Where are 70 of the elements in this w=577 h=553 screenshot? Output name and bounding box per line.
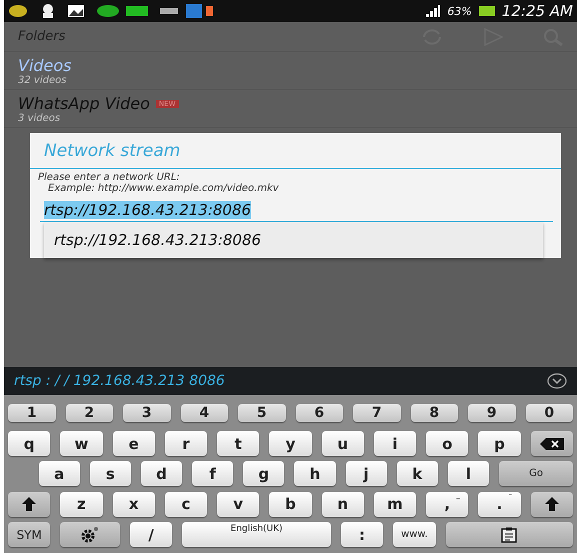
keyboard-key[interactable]: i bbox=[374, 431, 416, 456]
folder-name: WhatsApp Video bbox=[18, 94, 150, 112]
keyboard-key[interactable] bbox=[446, 522, 573, 548]
keyboard-key[interactable]: www. bbox=[393, 522, 436, 548]
keyboard-key[interactable]: q bbox=[8, 431, 50, 456]
keyboard-key[interactable]: m bbox=[374, 492, 416, 517]
keyboard-key[interactable]: a bbox=[38, 461, 80, 486]
keyboard-key[interactable]: k bbox=[396, 461, 438, 486]
space-key[interactable]: English(UK) bbox=[182, 522, 331, 548]
keyboard-key[interactable]: g bbox=[243, 461, 284, 486]
keyboard-key[interactable]: p bbox=[478, 431, 521, 456]
keyboard-key[interactable]: z bbox=[60, 492, 103, 517]
keyboard-key[interactable]: x bbox=[112, 492, 155, 517]
folder-name: Videos bbox=[18, 56, 72, 74]
keyboard-key[interactable]: s bbox=[90, 461, 131, 486]
keyboard-key[interactable]: f bbox=[192, 461, 234, 486]
video-count: 3 videos bbox=[18, 112, 62, 124]
keyboard-key[interactable]: . ¯ bbox=[478, 492, 521, 517]
keyboard-key[interactable]: o bbox=[426, 431, 468, 456]
keyboard-key[interactable]: b bbox=[269, 492, 312, 517]
keyboard-key[interactable]: 5 bbox=[238, 404, 286, 422]
keyboard-key[interactable]: 6 bbox=[296, 404, 343, 422]
keyboard-key[interactable]: r bbox=[164, 431, 208, 456]
shift-icon bbox=[544, 497, 559, 512]
keyboard-key[interactable]: d bbox=[140, 461, 182, 486]
keyboard-key[interactable]: y bbox=[269, 431, 312, 456]
signal-icon bbox=[426, 5, 440, 17]
keyboard-key[interactable]: , – bbox=[426, 492, 468, 517]
folder-item[interactable]: Videos 32 videos bbox=[4, 52, 577, 90]
keyboard-key[interactable]: 0 bbox=[526, 404, 573, 422]
keyboard-key[interactable] bbox=[8, 492, 50, 517]
keyboard-key[interactable]: Go bbox=[498, 461, 574, 486]
keyboard-key[interactable]: c bbox=[164, 492, 208, 517]
keyboard-key[interactable]: 1 bbox=[8, 404, 56, 422]
keyboard-key[interactable]: : bbox=[340, 522, 384, 548]
keyboard-key[interactable] bbox=[60, 522, 120, 548]
shift-icon bbox=[22, 497, 36, 512]
keyboard-key[interactable]: 2 bbox=[66, 404, 113, 422]
keyboard-key[interactable]: 4 bbox=[180, 404, 228, 422]
keyboard-key[interactable]: t bbox=[217, 431, 260, 456]
keyboard-key[interactable]: e bbox=[112, 431, 155, 456]
battery-icon bbox=[478, 6, 495, 16]
keyboard-key[interactable]: j bbox=[346, 461, 387, 486]
keyboard-key[interactable]: l bbox=[448, 461, 489, 486]
battery-level: 63% bbox=[447, 4, 472, 18]
keyboard-key[interactable] bbox=[530, 431, 573, 456]
clipboard-icon bbox=[501, 526, 518, 543]
keyboard-key[interactable]: n bbox=[322, 492, 364, 517]
clock-time: 12:25 AM bbox=[502, 2, 573, 20]
keyboard-key[interactable]: / bbox=[130, 522, 172, 548]
prediction-text[interactable]: rtsp : / / 192.168.43.213 8086 bbox=[14, 373, 225, 389]
dialog-title: Network stream bbox=[44, 140, 180, 160]
keyboard-key[interactable]: 7 bbox=[353, 404, 400, 422]
keyboard-key[interactable]: 9 bbox=[468, 404, 516, 422]
keyboard-key[interactable]: w bbox=[60, 431, 103, 456]
keyboard-key[interactable]: u bbox=[322, 431, 364, 456]
keyboard-key[interactable]: 3 bbox=[123, 404, 170, 422]
suggestion-item[interactable]: rtsp://192.168.43.213:8086 bbox=[44, 222, 543, 258]
keyboard-key[interactable]: h bbox=[294, 461, 336, 486]
keyboard-key[interactable]: 8 bbox=[410, 404, 458, 422]
example-text: Example: http://www.example.com/video.mkv bbox=[47, 183, 280, 194]
prompt-text: Please enter a network URL: bbox=[38, 172, 181, 183]
settings-icon bbox=[80, 526, 100, 544]
keyboard-key[interactable]: SYM bbox=[8, 522, 50, 548]
keyboard-key[interactable] bbox=[530, 492, 573, 517]
app-bar-title: Folders bbox=[18, 29, 66, 44]
collapse-icon[interactable] bbox=[547, 373, 567, 389]
backspace-icon bbox=[540, 438, 564, 450]
keyboard-key[interactable]: v bbox=[217, 492, 260, 517]
video-count: 32 videos bbox=[18, 74, 68, 86]
